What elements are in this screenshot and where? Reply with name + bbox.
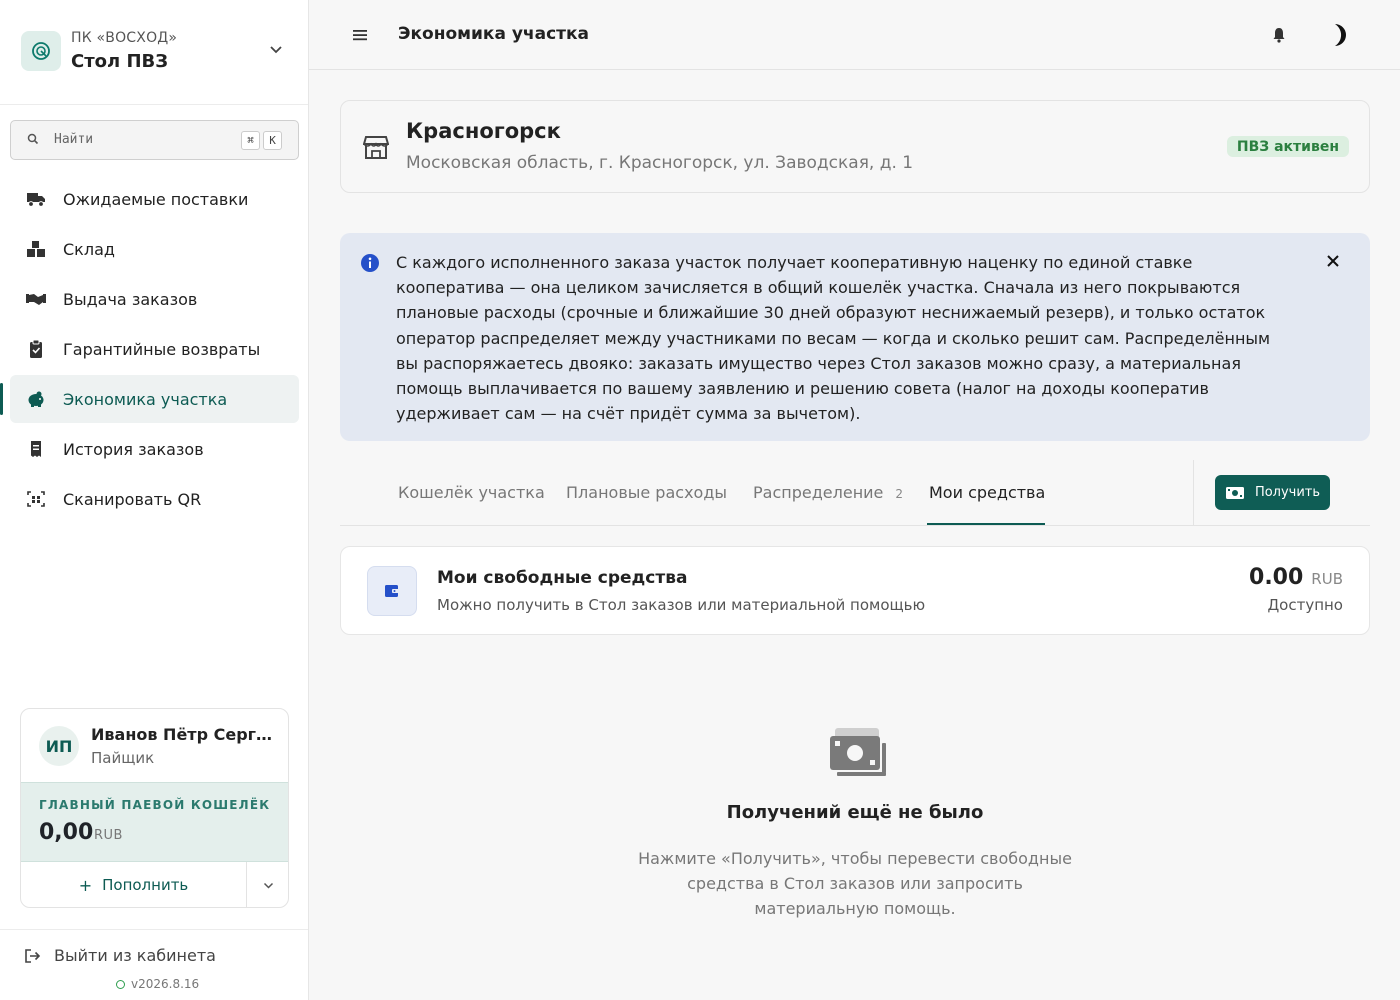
search-placeholder: Найти — [54, 132, 94, 147]
tabs-divider — [1193, 460, 1194, 526]
location-card: Красногорск Московская область, г. Красн… — [340, 100, 1370, 193]
topup-label: Пополнить — [102, 876, 189, 894]
chevron-down-icon[interactable] — [266, 39, 286, 59]
logout-button[interactable]: Выйти из кабинета — [24, 946, 216, 965]
sidebar-item-label: Склад — [63, 239, 115, 259]
wallet-currency: RUB — [94, 828, 123, 843]
sidebar-item-expected-deliveries[interactable]: Ожидаемые поставки — [10, 175, 299, 223]
org-name: Стол ПВЗ — [71, 51, 169, 72]
location-city: Красногорск — [406, 119, 561, 143]
tab-distribution[interactable]: Распределение 2 — [753, 483, 903, 502]
shortcut-key: K — [263, 131, 282, 150]
wallet-label: ГЛАВНЫЙ ПАЕВОЙ КОШЕЛЁК — [39, 798, 271, 812]
sidebar-item-site-economics[interactable]: Экономика участка — [0, 375, 299, 423]
search-icon — [27, 133, 39, 145]
tab-label: Кошелёк участка — [398, 483, 545, 502]
sidebar-item-warranty-returns[interactable]: Гарантийные возвраты — [10, 325, 299, 373]
footer-divider — [0, 929, 308, 930]
user-name: Иванов Пётр Сергеевич — [91, 725, 276, 744]
clipboard-check-icon — [30, 340, 42, 358]
sidebar-item-order-pickup[interactable]: Выдача заказов — [10, 275, 299, 323]
empty-state-text: Нажмите «Получить», чтобы перевести своб… — [638, 849, 1072, 918]
sidebar-item-label: Сканировать QR — [63, 489, 202, 509]
location-address: Московская область, г. Красногорск, ул. … — [406, 153, 914, 173]
plus-icon: + — [78, 875, 93, 895]
info-text: С каждого исполненного заказа участок по… — [396, 253, 1271, 424]
info-icon — [361, 254, 379, 272]
sidebar-item-order-history[interactable]: История заказов — [10, 425, 299, 473]
sidebar-item-warehouse[interactable]: Склад — [10, 225, 299, 273]
funds-card: Мои свободные средства Можно получить в … — [340, 546, 1370, 635]
sidebar-item-label: Выдача заказов — [63, 289, 198, 309]
bell-icon[interactable] — [1271, 26, 1287, 44]
wallet-icon — [367, 566, 417, 616]
chevron-down-icon — [263, 882, 274, 889]
logout-icon — [25, 948, 41, 963]
status-badge: ПВЗ активен — [1226, 136, 1349, 157]
shortcut-mod-key: ⌘ — [241, 131, 260, 150]
sidebar: ПК «ВОСХОД» Стол ПВЗ Найти ⌘ K Ожидаемые… — [0, 0, 309, 1000]
sidebar-item-label: Экономика участка — [63, 389, 228, 409]
topup-more-button[interactable] — [246, 862, 288, 907]
user-role: Пайщик — [91, 749, 155, 767]
funds-currency: RUB — [1311, 570, 1343, 588]
version-indicator: v2026.8.16 — [116, 977, 199, 991]
funds-status: Доступно — [1267, 596, 1343, 614]
tab-my-funds[interactable]: Мои средства — [929, 483, 1045, 502]
truck-icon — [27, 193, 45, 207]
org-subtitle: ПК «ВОСХОД» — [71, 30, 178, 46]
menu-icon[interactable] — [349, 25, 371, 45]
wallet-amount: 0,00 — [39, 820, 94, 845]
get-button[interactable]: Получить — [1215, 475, 1330, 510]
qr-icon — [27, 491, 45, 507]
page-title: Экономика участка — [398, 24, 590, 44]
funds-amount-value: 0.00 — [1249, 565, 1304, 590]
close-icon[interactable] — [1324, 252, 1342, 270]
boxes-icon — [27, 241, 45, 257]
active-indicator — [0, 383, 3, 415]
sidebar-item-scan-qr[interactable]: Сканировать QR — [10, 475, 299, 523]
get-button-label: Получить — [1254, 485, 1321, 500]
version-text: v2026.8.16 — [131, 977, 200, 991]
cash-icon — [1225, 486, 1244, 499]
avatar[interactable]: ИП — [39, 726, 79, 766]
tab-label: Плановые расходы — [566, 483, 728, 502]
main-wallet: ГЛАВНЫЙ ПАЕВОЙ КОШЕЛЁК 0,00 RUB — [21, 782, 288, 862]
tab-label: Распределение — [753, 483, 884, 502]
sidebar-item-label: История заказов — [63, 439, 204, 459]
status-dot-icon — [116, 979, 125, 989]
empty-state-title: Получений ещё не было — [726, 802, 984, 823]
tab-site-wallet[interactable]: Кошелёк участка — [398, 483, 545, 502]
receipt-icon — [31, 441, 41, 457]
topup-button[interactable]: + Пополнить — [21, 862, 246, 907]
logout-label: Выйти из кабинета — [54, 946, 216, 965]
tabs: Кошелёк участка Плановые расходы Распред… — [340, 460, 1370, 526]
handshake-icon — [26, 294, 46, 305]
top-bar: Экономика участка — [309, 0, 1400, 70]
sidebar-item-label: Гарантийные возвраты — [63, 339, 261, 359]
cash-stack-icon — [830, 728, 886, 776]
user-card: ИП Иванов Пётр Сергеевич Пайщик ГЛАВНЫЙ … — [20, 708, 289, 908]
moon-icon[interactable] — [1325, 20, 1353, 50]
funds-amount: 0.00 RUB — [1249, 565, 1343, 590]
store-icon — [363, 136, 389, 159]
tab-label: Мои средства — [929, 483, 1046, 502]
funds-subtitle: Можно получить в Стол заказов или матери… — [437, 596, 926, 614]
tab-count: 2 — [895, 487, 904, 501]
search-input[interactable]: Найти ⌘ K — [10, 120, 299, 160]
funds-title: Мои свободные средства — [437, 568, 688, 588]
info-banner: С каждого исполненного заказа участок по… — [340, 233, 1370, 441]
active-tab-underline — [927, 523, 1045, 525]
tab-planned-expenses[interactable]: Плановые расходы — [566, 483, 727, 502]
sidebar-nav: Ожидаемые поставки Склад Выдача заказов … — [0, 175, 299, 525]
sidebar-item-label: Ожидаемые поставки — [63, 189, 249, 209]
org-switcher[interactable]: ПК «ВОСХОД» Стол ПВЗ — [0, 0, 308, 105]
piggy-bank-icon — [28, 391, 44, 407]
org-logo-icon — [21, 31, 61, 71]
